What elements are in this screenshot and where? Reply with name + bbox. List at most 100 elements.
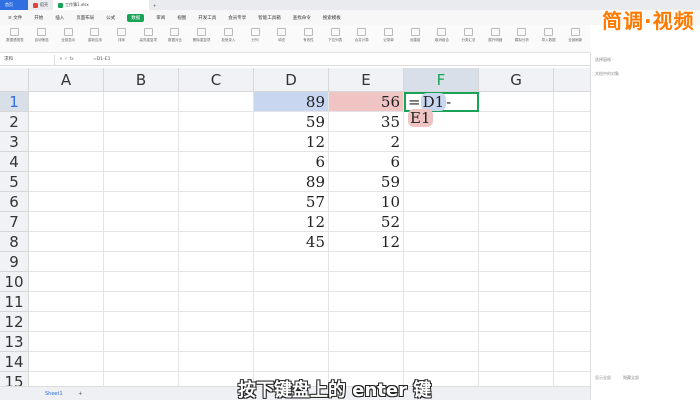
cell-f10[interactable] — [404, 272, 479, 292]
toolbar-button[interactable]: 下拉列表 — [324, 28, 346, 49]
cell-i12[interactable] — [554, 312, 590, 332]
cell-b13[interactable] — [104, 332, 179, 352]
cell-e1[interactable]: 56 — [329, 92, 404, 112]
menu-layout[interactable]: 页面布局 — [76, 15, 94, 21]
cell-g7[interactable] — [479, 212, 554, 232]
cell-e12[interactable] — [329, 312, 404, 332]
cell-a15[interactable] — [29, 372, 104, 386]
cell-i5[interactable] — [554, 172, 590, 192]
tab-workbook[interactable]: 工作簿1.xlsx — [53, 0, 149, 10]
cell-c4[interactable] — [179, 152, 254, 172]
cell-a10[interactable] — [29, 272, 104, 292]
cell-d1[interactable]: 89 — [254, 92, 329, 112]
cell-e11[interactable] — [329, 292, 404, 312]
cell-f11[interactable] — [404, 292, 479, 312]
cell-f9[interactable] — [404, 252, 479, 272]
cell-b15[interactable] — [104, 372, 179, 386]
column-header-e[interactable]: E — [329, 68, 404, 92]
cell-g12[interactable] — [479, 312, 554, 332]
cell-b10[interactable] — [104, 272, 179, 292]
cell-i15[interactable] — [554, 372, 590, 386]
menu-member[interactable]: 会员专享 — [228, 15, 246, 21]
cell-e4[interactable]: 6 — [329, 152, 404, 172]
cell-f7[interactable] — [404, 212, 479, 232]
tab-home[interactable]: 首页 — [0, 0, 28, 10]
name-box[interactable]: 求和 — [0, 54, 55, 65]
menu-view[interactable]: 视图 — [177, 15, 186, 21]
cell-b3[interactable] — [104, 132, 179, 152]
cell-g6[interactable] — [479, 192, 554, 212]
cell-e8[interactable]: 12 — [329, 232, 404, 252]
toolbar-button[interactable]: 全部显示 — [57, 28, 79, 49]
cell-g5[interactable] — [479, 172, 554, 192]
cell-d7[interactable]: 12 — [254, 212, 329, 232]
row-header[interactable]: 1 — [0, 92, 29, 112]
cell-f4[interactable] — [404, 152, 479, 172]
formula-input[interactable]: =D1-E1 — [90, 57, 110, 62]
cell-g15[interactable] — [479, 372, 554, 386]
cell-c8[interactable] — [179, 232, 254, 252]
toolbar-button[interactable]: 拒绝录入 — [218, 28, 240, 49]
tab-docer[interactable]: 稻壳 — [28, 0, 53, 10]
cell-g11[interactable] — [479, 292, 554, 312]
cell-i13[interactable] — [554, 332, 590, 352]
column-header-f[interactable]: F — [404, 68, 479, 92]
cell-c12[interactable] — [179, 312, 254, 332]
menu-smart-tools[interactable]: 智能工具箱 — [258, 15, 281, 21]
toolbar-button[interactable]: 合并计算 — [351, 28, 373, 49]
cell-a9[interactable] — [29, 252, 104, 272]
cell-g13[interactable] — [479, 332, 554, 352]
cell-i6[interactable] — [554, 192, 590, 212]
cell-i10[interactable] — [554, 272, 590, 292]
cell-g4[interactable] — [479, 152, 554, 172]
row-header[interactable]: 6 — [0, 192, 29, 212]
menu-find-command[interactable]: 查找命令 — [293, 15, 311, 21]
cell-c2[interactable] — [179, 112, 254, 132]
menu-review[interactable]: 审阅 — [156, 15, 165, 21]
cell-f8[interactable] — [404, 232, 479, 252]
cell-a5[interactable] — [29, 172, 104, 192]
cell-d2[interactable]: 59 — [254, 112, 329, 132]
cell-b2[interactable] — [104, 112, 179, 132]
column-header-i[interactable]: I — [554, 68, 590, 92]
cell-e13[interactable] — [329, 332, 404, 352]
hide-all-button[interactable]: 隐藏全部 — [623, 375, 639, 381]
cell-f5[interactable] — [404, 172, 479, 192]
cell-e5[interactable]: 59 — [329, 172, 404, 192]
add-sheet-button[interactable]: + — [64, 391, 82, 397]
row-header[interactable]: 7 — [0, 212, 29, 232]
cell-e3[interactable]: 2 — [329, 132, 404, 152]
toolbar-button[interactable]: 导入数据 — [538, 28, 560, 49]
column-header-g[interactable]: G — [479, 68, 554, 92]
toolbar-button[interactable]: 重新应用 — [84, 28, 106, 49]
cell-b11[interactable] — [104, 292, 179, 312]
cell-d3[interactable]: 12 — [254, 132, 329, 152]
toolbar-button[interactable]: 展开明细 — [484, 28, 506, 49]
cell-e10[interactable] — [329, 272, 404, 292]
cell-g2[interactable] — [479, 112, 554, 132]
cell-i7[interactable] — [554, 212, 590, 232]
cell-a7[interactable] — [29, 212, 104, 232]
row-header[interactable]: 11 — [0, 292, 29, 312]
toolbar-button[interactable]: 高亮重复项 — [137, 28, 159, 49]
cell-c13[interactable] — [179, 332, 254, 352]
cell-i14[interactable] — [554, 352, 590, 372]
cell-a11[interactable] — [29, 292, 104, 312]
cell-i1[interactable] — [554, 92, 590, 112]
cell-b7[interactable] — [104, 212, 179, 232]
cell-b12[interactable] — [104, 312, 179, 332]
toolbar-button[interactable]: 有效性 — [298, 28, 320, 49]
cell-b1[interactable] — [104, 92, 179, 112]
cell-a4[interactable] — [29, 152, 104, 172]
cell-c6[interactable] — [179, 192, 254, 212]
cell-d12[interactable] — [254, 312, 329, 332]
row-header[interactable]: 9 — [0, 252, 29, 272]
cell-d5[interactable]: 89 — [254, 172, 329, 192]
toolbar-button[interactable]: 数据对比 — [164, 28, 186, 49]
toolbar-button[interactable]: 取消组合 — [431, 28, 453, 49]
toolbar-button[interactable]: 模拟分析 — [511, 28, 533, 49]
column-header-c[interactable]: C — [179, 68, 254, 92]
cell-d4[interactable]: 6 — [254, 152, 329, 172]
cell-b5[interactable] — [104, 172, 179, 192]
menu-formula[interactable]: 公式 — [106, 15, 115, 21]
